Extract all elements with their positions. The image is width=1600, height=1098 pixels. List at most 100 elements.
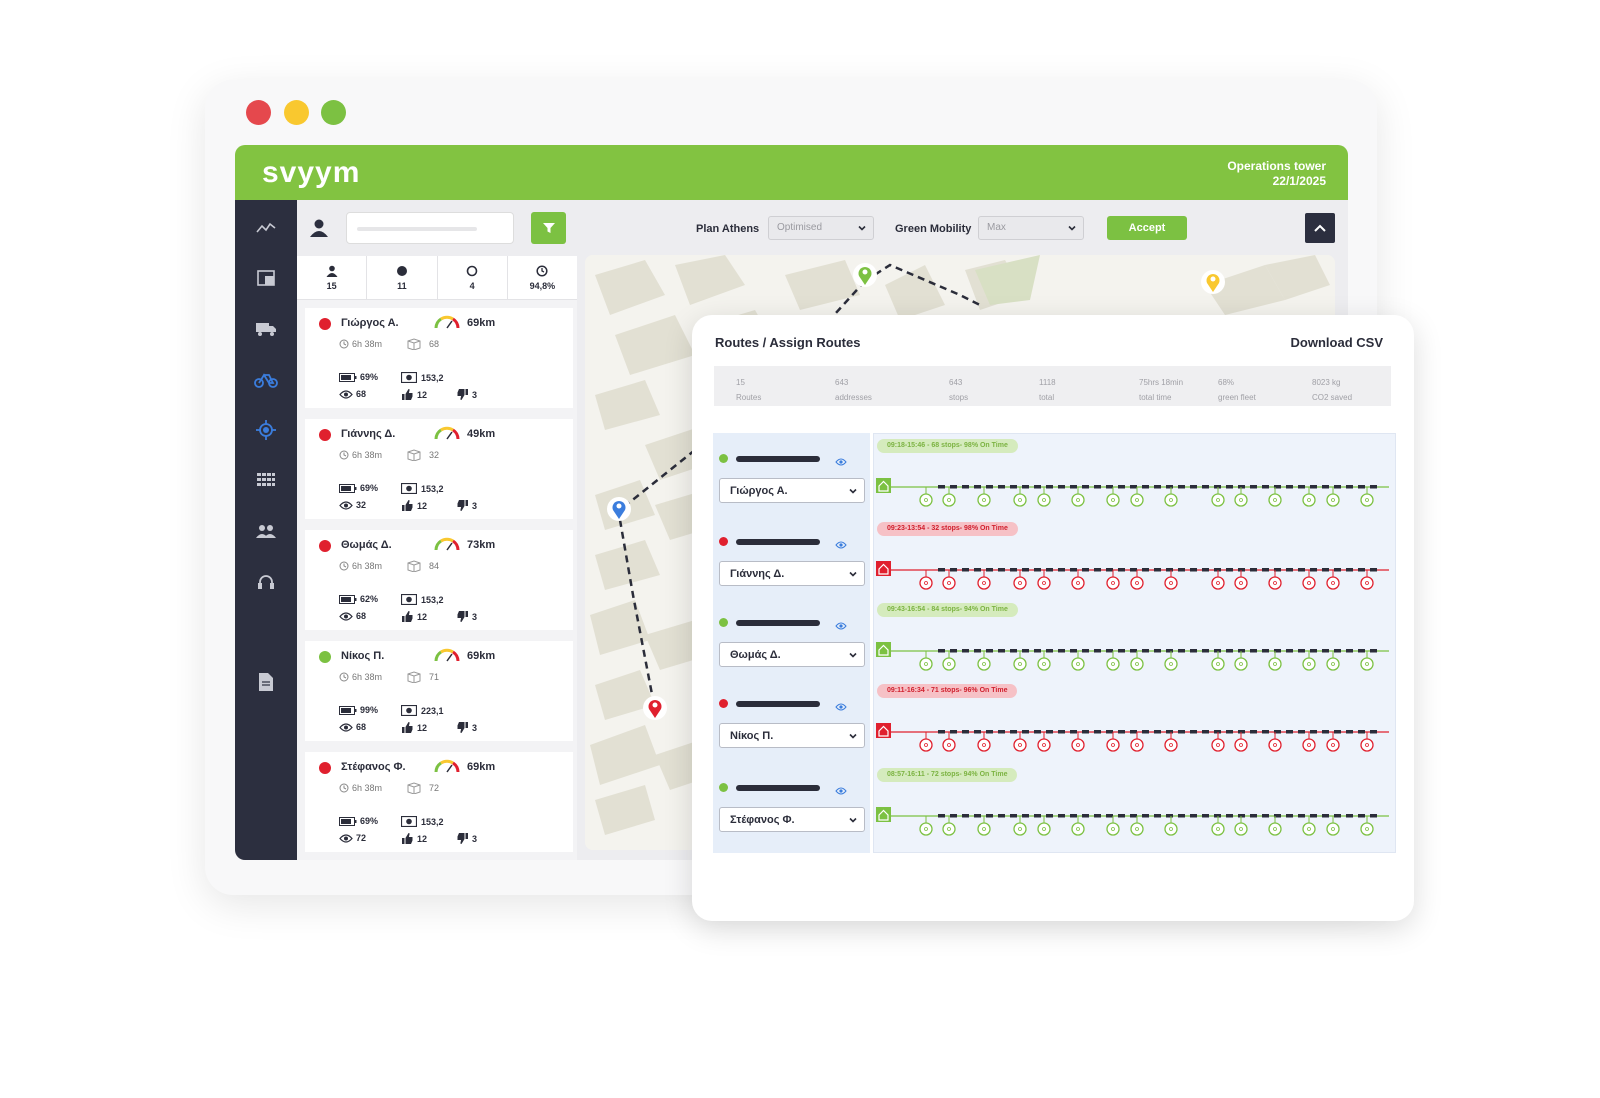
- driver-name: Στέφανος Φ.: [341, 761, 406, 773]
- collapse-button[interactable]: [1305, 213, 1335, 243]
- drivers-summary: 15 11 4 94,8%: [297, 256, 577, 300]
- driver-name: Νίκος Π.: [341, 650, 385, 662]
- driver-distance: 153,2: [401, 594, 444, 605]
- battery-icon: [339, 483, 357, 493]
- eye-icon[interactable]: [835, 698, 847, 716]
- camera-icon: [401, 372, 417, 383]
- home-icon: [876, 807, 891, 822]
- thumbs-down-icon: [457, 722, 468, 733]
- route-timeline[interactable]: [874, 638, 1395, 688]
- driver-km: 49km: [467, 428, 496, 440]
- routes-title: Routes / Assign Routes: [715, 335, 861, 350]
- bicycle-icon[interactable]: [254, 368, 278, 392]
- route-timeline[interactable]: [874, 803, 1395, 853]
- chevron-down-icon: [1068, 225, 1076, 231]
- route-driver-select[interactable]: Γιάννης Δ.: [719, 561, 865, 586]
- driver-name: Θωμάς Δ.: [341, 539, 392, 551]
- driver-time: 6h 38m: [339, 339, 382, 349]
- route-stat: 15 Routes: [736, 378, 762, 402]
- route-stat: 1118 total: [1039, 378, 1056, 402]
- driver-km: 73km: [467, 539, 496, 551]
- analytics-icon[interactable]: [254, 216, 278, 240]
- driver-status-dot: [319, 762, 331, 774]
- eye-icon[interactable]: [835, 536, 847, 554]
- route-summary-pill: 09:11-16:34 - 71 stops- 96% On Time: [877, 684, 1018, 698]
- eye-icon: [339, 389, 353, 399]
- green-map-pin-icon[interactable]: [853, 263, 877, 287]
- driver-card[interactable]: Νίκος Π. 69km 6h 38m 71 99% 223,1 68 12: [305, 641, 573, 741]
- route-progress-bar: [736, 539, 820, 545]
- download-csv-button[interactable]: Download CSV: [1291, 335, 1383, 350]
- target-icon[interactable]: [254, 418, 278, 442]
- driver-card[interactable]: Θωμάς Δ. 73km 6h 38m 84 62% 153,2 68 12: [305, 530, 573, 630]
- driver-status-dot: [319, 318, 331, 330]
- route-timeline[interactable]: [874, 719, 1395, 769]
- logo: svyym: [262, 156, 361, 189]
- thumbs-up-icon: [402, 389, 413, 400]
- route-stat: 68% green fleet: [1218, 378, 1256, 402]
- driver-card[interactable]: Γιάννης Δ. 49km 6h 38m 32 69% 153,2 32 1…: [305, 419, 573, 519]
- eye-icon: [339, 500, 353, 510]
- route-status-dot: [719, 454, 728, 463]
- users-icon[interactable]: [254, 519, 278, 543]
- driver-packages: 72: [407, 782, 439, 794]
- sidebar: [235, 200, 297, 860]
- dashboard-icon[interactable]: [254, 266, 278, 290]
- driver-distance: 153,2: [401, 372, 444, 383]
- user-icon: [309, 218, 329, 243]
- maximize-window-button[interactable]: [321, 100, 346, 125]
- route-timeline[interactable]: [874, 474, 1395, 524]
- red-map-pin-icon[interactable]: [643, 696, 667, 720]
- route-driver-select[interactable]: Στέφανος Φ.: [719, 807, 865, 832]
- driver-likes: 12: [402, 500, 427, 511]
- eye-icon[interactable]: [835, 782, 847, 800]
- accept-button[interactable]: Accept: [1107, 216, 1187, 240]
- thumbs-down-icon: [457, 611, 468, 622]
- search-input[interactable]: [346, 212, 514, 244]
- driver-dislikes: 3: [457, 833, 477, 844]
- mobility-label: Green Mobility: [895, 223, 972, 235]
- thumbs-down-icon: [457, 500, 468, 511]
- route-progress-bar: [736, 785, 820, 791]
- empty-circle-icon: [466, 265, 478, 276]
- clock-icon: [339, 783, 349, 793]
- driver-card[interactable]: Στέφανος Φ. 69km 6h 38m 72 69% 153,2 72 …: [305, 752, 573, 852]
- mobility-select[interactable]: Max: [978, 216, 1084, 240]
- thumbs-down-icon: [457, 389, 468, 400]
- eye-icon[interactable]: [835, 453, 847, 471]
- battery-icon: [339, 372, 357, 382]
- plan-select[interactable]: Optimised: [768, 216, 874, 240]
- route-summary-pill: 09:43-16:54 - 84 stops- 94% On Time: [877, 603, 1018, 617]
- route-driver-select[interactable]: Γιώργος Α.: [719, 478, 865, 503]
- driver-likes: 12: [402, 722, 427, 733]
- route-progress-bar: [736, 456, 820, 462]
- eye-icon[interactable]: [835, 617, 847, 635]
- driver-battery: 69%: [339, 372, 378, 382]
- camera-icon: [401, 483, 417, 494]
- document-icon[interactable]: [254, 670, 278, 694]
- grid-icon[interactable]: [254, 468, 278, 492]
- clock-icon: [536, 264, 548, 277]
- filter-button[interactable]: [531, 212, 566, 244]
- driver-packages: 32: [407, 449, 439, 461]
- chevron-up-icon: [1314, 224, 1326, 232]
- route-status-dot: [719, 783, 728, 792]
- summary-active: 11: [367, 256, 438, 299]
- route-timeline[interactable]: [874, 557, 1395, 607]
- close-window-button[interactable]: [246, 100, 271, 125]
- minimize-window-button[interactable]: [284, 100, 309, 125]
- filter-icon: [542, 223, 555, 233]
- yellow-map-pin-icon[interactable]: [1201, 270, 1225, 294]
- route-driver-select[interactable]: Θωμάς Δ.: [719, 642, 865, 667]
- truck-icon[interactable]: [254, 317, 278, 341]
- driver-battery: 99%: [339, 705, 378, 715]
- driver-card[interactable]: Γιώργος Α. 69km 6h 38m 68 69% 153,2 68 1…: [305, 308, 573, 408]
- driver-dislikes: 3: [457, 611, 477, 622]
- route-driver-select[interactable]: Νίκος Π.: [719, 723, 865, 748]
- blue-map-pin-icon[interactable]: [607, 497, 631, 521]
- home-icon: [876, 478, 891, 493]
- headset-icon[interactable]: [254, 570, 278, 594]
- package-icon: [407, 782, 421, 794]
- chevron-down-icon: [858, 225, 866, 231]
- home-icon: [876, 561, 891, 576]
